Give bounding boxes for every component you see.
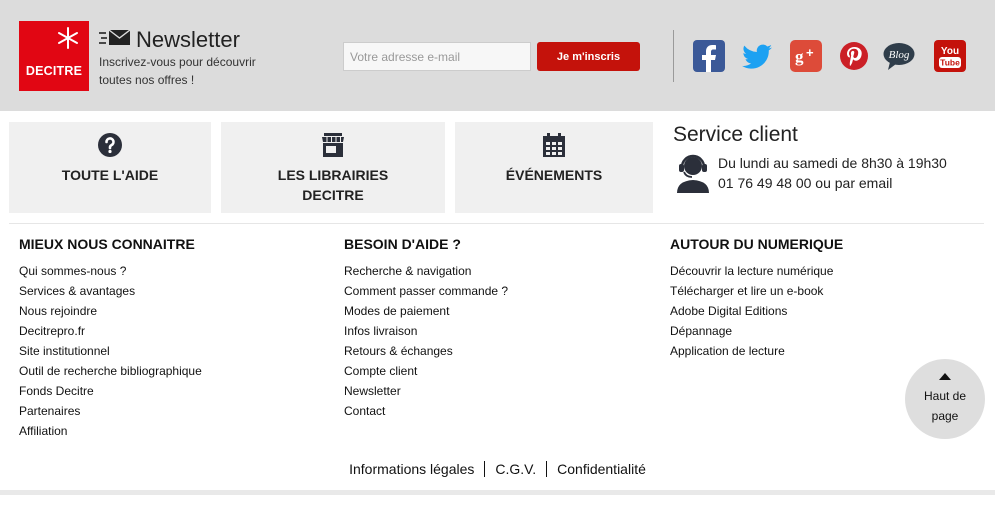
tile-evenements[interactable]: ÉVÉNEMENTS [455,122,653,213]
question-circle-icon [98,133,122,157]
store-icon [322,133,344,157]
email-input[interactable] [343,42,531,71]
twitter-icon[interactable] [741,40,773,72]
svg-text:Blog: Blog [889,49,910,61]
footer-link[interactable]: Decitrepro.fr [19,321,202,341]
link-list: Qui sommes-nous ? Services & avantages N… [19,261,202,441]
legal-link-cgv[interactable]: C.G.V. [485,460,546,478]
tile-label: LES LIBRAIRIES DECITRE [221,165,445,205]
calendar-icon [543,133,565,157]
logo-text: DECITRE [25,64,83,78]
footer-link[interactable]: Recherche & navigation [344,261,508,281]
newsletter-title: Newsletter [136,27,240,52]
column-mieux-nous-connaitre: MIEUX NOUS CONNAITRE Qui sommes-nous ? S… [19,236,202,441]
link-list: Découvrir la lecture numérique Télécharg… [670,261,843,361]
footer-link[interactable]: Fonds Decitre [19,381,202,401]
footer-link[interactable]: Dépannage [670,321,843,341]
footer-link[interactable]: Contact [344,401,508,421]
footer-link[interactable]: Découvrir la lecture numérique [670,261,843,281]
back-to-top-button[interactable]: Haut de page [905,359,985,439]
tile-label-line1: LES LIBRAIRIES [277,167,389,183]
footer-link[interactable]: Adobe Digital Editions [670,301,843,321]
newsletter-description: Inscrivez-vous pour découvrir toutes nos… [99,55,256,87]
newsletter-divider [673,30,674,82]
headset-agent-icon [677,154,709,193]
column-autour-numerique: AUTOUR DU NUMERIQUE Découvrir la lecture… [670,236,843,361]
column-besoin-aide: BESOIN D'AIDE ? Recherche & navigation C… [344,236,508,421]
column-title: BESOIN D'AIDE ? [344,236,461,252]
footer-link[interactable]: Retours & échanges [344,341,508,361]
footer-link[interactable]: Infos livraison [344,321,508,341]
svg-text:Tube: Tube [940,58,960,68]
legal-links: Informations légales C.G.V. Confidentialit… [0,460,995,478]
footer-link[interactable]: Qui sommes-nous ? [19,261,202,281]
envelope-icon [99,29,131,45]
youtube-icon[interactable]: You Tube [934,40,966,72]
bottom-bar [0,490,995,495]
tile-toute-aide[interactable]: TOUTE L'AIDE [9,122,211,213]
svg-text:+: + [806,45,814,60]
service-client-title: Service client [673,123,798,146]
link-list: Recherche & navigation Comment passer co… [344,261,508,421]
subscribe-button[interactable]: Je m'inscris [537,42,640,71]
footer-link[interactable]: Application de lecture [670,341,843,361]
decitre-logo[interactable]: DECITRE [19,21,89,91]
tile-label: ÉVÉNEMENTS [505,167,603,183]
legal-link-mentions[interactable]: Informations légales [339,460,484,478]
blog-icon[interactable]: Blog [883,40,915,72]
footer-link[interactable]: Newsletter [344,381,508,401]
tile-librairies[interactable]: LES LIBRAIRIES DECITRE [221,122,445,213]
pinterest-icon[interactable] [838,40,870,72]
column-title: AUTOUR DU NUMERIQUE [670,236,844,252]
svg-text:g: g [795,47,804,66]
tile-label-line2: DECITRE [302,187,364,203]
svg-text:You: You [941,46,959,57]
service-client-contact[interactable]: 01 76 49 48 00 ou par email [718,175,892,191]
back-to-top-label: Haut de page [923,389,967,423]
footer-link[interactable]: Nous rejoindre [19,301,202,321]
service-client-hours: Du lundi au samedi de 8h30 à 19h30 [718,155,947,171]
caret-up-icon [939,373,951,380]
footer-link[interactable]: Outil de recherche bibliographique [19,361,202,381]
star-logo-icon [58,27,78,49]
tile-label: TOUTE L'AIDE [61,167,159,183]
footer-link[interactable]: Services & avantages [19,281,202,301]
facebook-icon[interactable] [693,40,725,72]
footer-link[interactable]: Modes de paiement [344,301,508,321]
footer-link[interactable]: Comment passer commande ? [344,281,508,301]
footer-link[interactable]: Compte client [344,361,508,381]
footer-link[interactable]: Partenaires [19,401,202,421]
footer-link[interactable]: Affiliation [19,421,202,441]
google-plus-icon[interactable]: g + [790,40,822,72]
section-divider [9,223,984,224]
legal-link-confidentialite[interactable]: Confidentialité [547,460,656,478]
footer-link[interactable]: Site institutionnel [19,341,202,361]
footer-link[interactable]: Télécharger et lire un e-book [670,281,843,301]
column-title: MIEUX NOUS CONNAITRE [19,236,195,252]
